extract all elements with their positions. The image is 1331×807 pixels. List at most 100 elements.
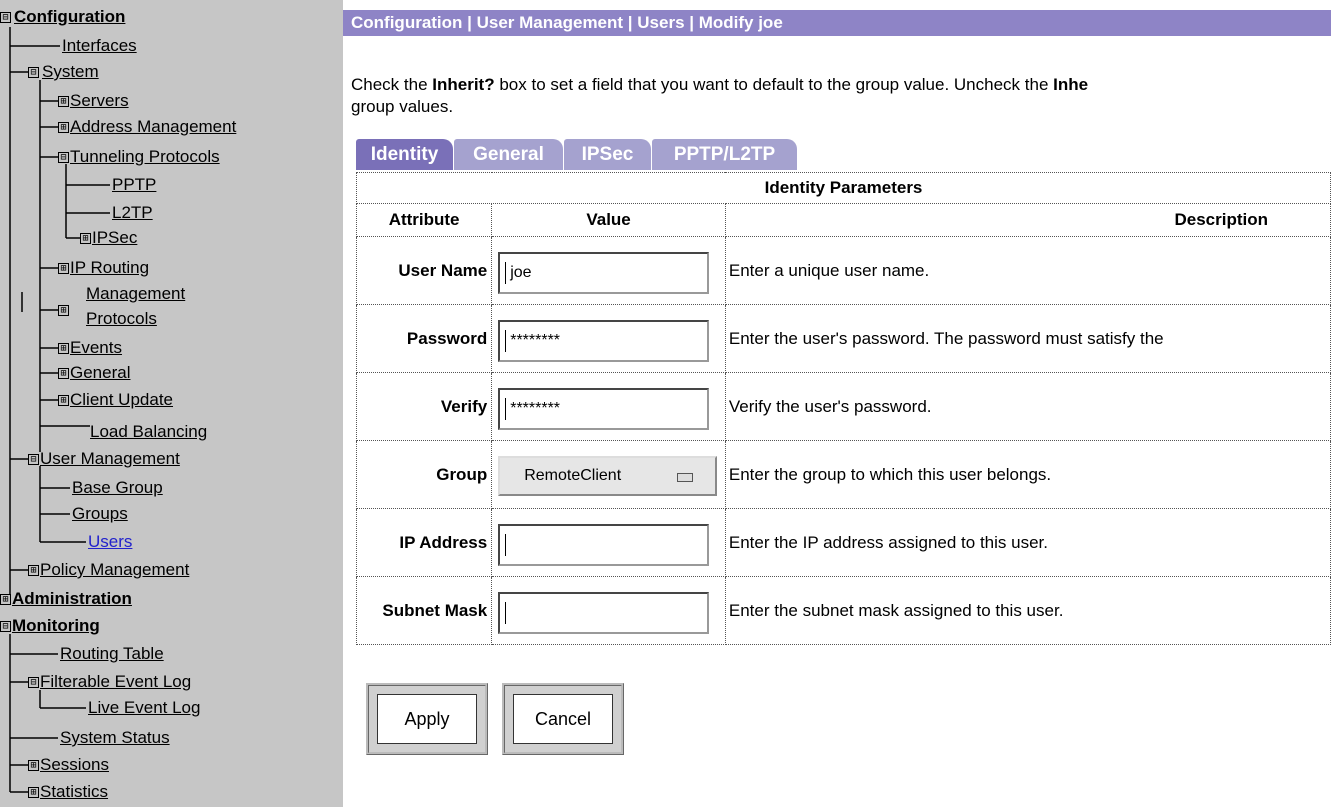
expand-icon[interactable]: ⊞ [58, 343, 69, 354]
nav-protocols[interactable]: Protocols [86, 310, 157, 328]
expand-icon[interactable]: ⊞ [28, 565, 39, 576]
subnet-mask-input[interactable] [498, 592, 710, 634]
page-title-breadcrumb: Configuration | User Management | Users … [343, 10, 1331, 36]
password-value: ******** [510, 332, 561, 349]
identity-parameters-table: Identity Parameters Attribute Value Desc… [355, 172, 1331, 645]
main-content: Configuration | User Management | Users … [343, 0, 1331, 807]
expand-icon[interactable]: ⊞ [58, 122, 69, 133]
nav-statistics[interactable]: Statistics [40, 782, 108, 802]
table-row: Password ******** Enter the user's passw… [355, 304, 1331, 373]
table-row: IP Address Enter the IP address assigned… [355, 508, 1331, 577]
nav-system[interactable]: System [42, 62, 99, 82]
description: Enter the subnet mask assigned to this u… [724, 576, 1331, 645]
navigation-tree: ⊟ ⊟ ⊞ ⊞ ⊟ ⊞ ⊞ ⊞ ⊞ ⊞ ⊞ ⊟ ⊞ ⊞ ⊟ ⊟ ⊞ ⊞ Conf… [0, 0, 343, 807]
username-input[interactable]: joe [498, 252, 710, 294]
value-cell: joe [491, 236, 726, 305]
tab-ipsec[interactable]: IPSec [564, 139, 651, 170]
text-cursor [505, 398, 507, 420]
expand-icon[interactable]: ⊞ [58, 368, 69, 379]
description: Enter the IP address assigned to this us… [724, 508, 1331, 577]
nav-events[interactable]: Events [70, 338, 122, 358]
nav-groups[interactable]: Groups [72, 504, 128, 524]
table-row: Group RemoteClient Enter the group to wh… [355, 440, 1331, 509]
expand-icon[interactable]: ⊞ [58, 305, 69, 316]
column-header-description: Description [724, 203, 1331, 237]
collapse-icon[interactable]: ⊟ [0, 621, 11, 632]
instructions-part: box to set a field that you want to defa… [494, 75, 1054, 94]
nav-address-management[interactable]: Address Management [70, 117, 236, 137]
table-title: Identity Parameters [356, 172, 1331, 204]
collapse-icon[interactable]: ⊟ [0, 12, 11, 23]
apply-button[interactable]: Apply [377, 694, 477, 744]
username-value: joe [510, 264, 532, 281]
verify-password-input[interactable]: ******** [498, 388, 710, 430]
attr-label: Subnet Mask [355, 576, 493, 645]
description: Enter a unique user name. [724, 236, 1331, 305]
text-cursor [505, 262, 507, 284]
group-select[interactable]: RemoteClient [498, 456, 718, 496]
collapse-icon[interactable]: ⊟ [28, 454, 39, 465]
apply-button-frame: Apply [366, 683, 488, 755]
table-row: Subnet Mask Enter the subnet mask assign… [355, 576, 1331, 645]
nav-base-group[interactable]: Base Group [72, 478, 163, 498]
nav-policy-management[interactable]: Policy Management [40, 560, 189, 580]
table-row: User Name joe Enter a unique user name. [355, 236, 1331, 305]
description: Verify the user's password. [724, 372, 1331, 441]
tab-pptp-l2tp[interactable]: PPTP/L2TP [652, 139, 797, 170]
nav-servers[interactable]: Servers [70, 91, 129, 111]
instructions-part: Check the [351, 75, 433, 94]
expand-icon[interactable]: ⊞ [58, 96, 69, 107]
nav-system-status[interactable]: System Status [60, 728, 170, 748]
value-cell [491, 508, 726, 577]
nav-l2tp[interactable]: L2TP [112, 203, 153, 223]
nav-administration[interactable]: Administration [12, 589, 132, 609]
text-cursor [505, 602, 507, 624]
nav-ip-routing[interactable]: IP Routing [70, 258, 149, 278]
value-cell: ******** [491, 372, 726, 441]
attr-label: User Name [355, 236, 493, 305]
nav-configuration[interactable]: Configuration [14, 7, 125, 27]
inherit-keyword: Inherit? [432, 75, 495, 94]
expand-icon[interactable]: ⊞ [80, 233, 91, 244]
collapse-icon[interactable]: ⊟ [28, 677, 39, 688]
nav-sessions[interactable]: Sessions [40, 755, 109, 775]
value-cell: RemoteClient [491, 440, 726, 509]
password-input[interactable]: ******** [498, 320, 710, 362]
nav-interfaces[interactable]: Interfaces [62, 36, 137, 56]
text-cursor [505, 534, 507, 556]
text-cursor [505, 330, 507, 352]
cancel-button[interactable]: Cancel [513, 694, 613, 744]
nav-user-management[interactable]: User Management [40, 449, 180, 469]
attr-label: Verify [355, 372, 493, 441]
expand-icon[interactable]: ⊞ [28, 760, 39, 771]
nav-filterable-event-log[interactable]: Filterable Event Log [40, 672, 191, 692]
nav-general[interactable]: General [70, 363, 130, 383]
nav-routing-table[interactable]: Routing Table [60, 644, 164, 664]
nav-tunneling-protocols[interactable]: Tunneling Protocols [70, 147, 220, 167]
table-row: Verify ******** Verify the user's passwo… [355, 372, 1331, 441]
verify-value: ******** [510, 400, 561, 417]
expand-icon[interactable]: ⊞ [0, 594, 11, 605]
nav-live-event-log[interactable]: Live Event Log [88, 698, 200, 718]
group-selected-value: RemoteClient [524, 467, 622, 484]
nav-pptp[interactable]: PPTP [112, 175, 156, 195]
nav-ipsec[interactable]: IPSec [92, 228, 137, 248]
instructions-part: group values. [351, 97, 454, 116]
expand-icon[interactable]: ⊞ [58, 263, 69, 274]
inherit-keyword-truncated: Inhe [1053, 75, 1089, 94]
collapse-icon[interactable]: ⊟ [28, 67, 39, 78]
ip-address-input[interactable] [498, 524, 710, 566]
nav-monitoring[interactable]: Monitoring [12, 616, 100, 636]
column-header-attribute: Attribute [355, 203, 493, 237]
nav-management[interactable]: Management [86, 285, 185, 303]
collapse-icon[interactable]: ⊟ [58, 152, 69, 163]
attr-label: Group [355, 440, 493, 509]
nav-load-balancing[interactable]: Load Balancing [90, 422, 207, 442]
value-cell: ******** [491, 304, 726, 373]
expand-icon[interactable]: ⊞ [28, 787, 39, 798]
tab-identity[interactable]: Identity [356, 139, 453, 170]
nav-client-update[interactable]: Client Update [70, 390, 173, 410]
expand-icon[interactable]: ⊞ [58, 395, 69, 406]
nav-users[interactable]: Users [88, 532, 132, 552]
tab-general[interactable]: General [454, 139, 563, 170]
